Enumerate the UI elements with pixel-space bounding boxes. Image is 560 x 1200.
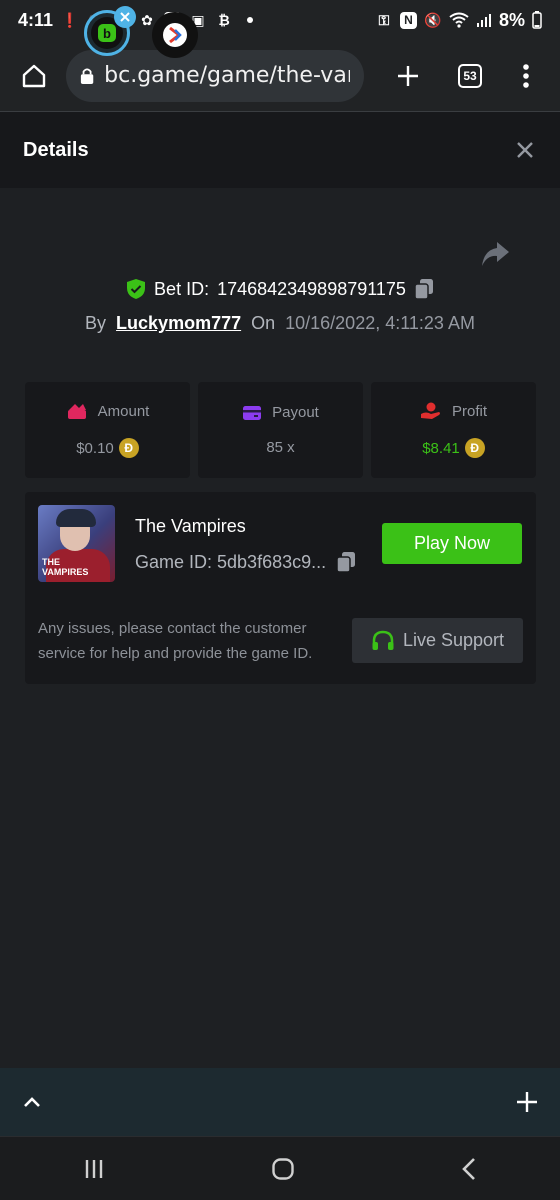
wifi-icon [449, 12, 469, 28]
bitcoin-icon: ₿ [218, 12, 230, 28]
tab-strip [0, 1068, 560, 1136]
game-thumbnail[interactable]: THE VAMPIRES [38, 505, 115, 582]
bcgame-logo-icon: b [98, 24, 116, 42]
app-logo-icon [163, 23, 187, 47]
lock-icon [80, 67, 94, 84]
more-vert-icon [523, 63, 529, 88]
profit-value: $8.41 [422, 439, 460, 457]
plus-icon[interactable] [516, 1091, 538, 1113]
amount-value: $0.10 [76, 439, 114, 457]
url-bar[interactable]: bc.game/game/the-vamp [66, 49, 364, 102]
signal-icon [476, 14, 491, 27]
money-bag-icon [67, 404, 86, 419]
battery-level: 8% [498, 9, 525, 30]
game-name: The Vampires [135, 516, 246, 536]
by-label: By [85, 313, 107, 333]
back-icon[interactable] [461, 1157, 477, 1181]
bet-id-label: Bet ID: [154, 278, 210, 299]
on-label: On [251, 313, 276, 333]
bettor-row: By Luckymom777 On 10/16/2022, 4:11:23 AM [0, 313, 560, 334]
game-id: Game ID: 5db3f683c9... [135, 551, 327, 572]
close-icon [120, 12, 130, 22]
home-icon [22, 64, 46, 87]
browser-toolbar: bc.game/game/the-vamp 53 [0, 40, 560, 112]
tab-bubble-other[interactable] [152, 12, 198, 58]
bet-date: 10/16/2022, 4:11:23 AM [285, 313, 475, 333]
payout-card: Payout 85 x [198, 382, 363, 478]
home-nav-icon[interactable] [271, 1157, 295, 1181]
close-button[interactable] [513, 138, 537, 162]
home-button[interactable] [14, 56, 54, 96]
amount-label: Amount [97, 402, 150, 420]
copy-icon[interactable] [336, 551, 356, 573]
key-icon: ⚿ [378, 11, 390, 28]
payout-value: 85 x [266, 439, 295, 456]
wallet-icon [243, 405, 262, 420]
mute-icon: 🔇 [424, 11, 442, 28]
alert-icon: ❗ [61, 11, 79, 28]
live-support-button[interactable]: Live Support [352, 618, 523, 663]
shield-check-icon [127, 279, 146, 299]
profit-hand-icon [420, 402, 440, 419]
chevron-up-icon[interactable] [22, 1095, 42, 1109]
doge-coin-icon: Đ [464, 438, 485, 458]
close-tab-badge[interactable] [114, 6, 136, 28]
thumbnail-title: THE VAMPIRES [42, 557, 89, 577]
support-note: Any issues, please contact the customer … [38, 620, 313, 662]
bet-id-row: Bet ID: 1746842349898791175 [0, 278, 560, 300]
game-id-row: Game ID: 5db3f683c9... [135, 551, 356, 573]
tab-switcher-button[interactable]: 53 [450, 56, 490, 96]
status-time: 4:11 [18, 9, 54, 30]
details-header: Details [0, 112, 560, 188]
battery-icon [532, 11, 542, 29]
svg-text:b: b [103, 26, 111, 41]
game-card: THE VAMPIRES The Vampires Game ID: 5db3f… [25, 492, 536, 684]
tab-count: 53 [458, 63, 482, 88]
copy-icon[interactable] [414, 278, 434, 300]
doge-coin-icon: Đ [118, 438, 139, 458]
close-icon [517, 142, 533, 158]
url-text: bc.game/game/the-vamp [104, 63, 350, 88]
amount-card: Amount $0.10 Đ [25, 382, 190, 478]
details-title: Details [23, 138, 89, 161]
recents-icon[interactable] [83, 1158, 105, 1180]
live-support-label: Live Support [402, 630, 505, 650]
system-navigation-bar [0, 1136, 560, 1200]
profit-label: Profit [451, 402, 487, 420]
more-notifications-dot [247, 17, 254, 23]
nfc-icon: N [399, 11, 417, 29]
new-tab-button[interactable] [388, 56, 428, 96]
menu-button[interactable] [506, 56, 546, 96]
share-icon[interactable] [480, 240, 510, 268]
bet-stats: Amount $0.10 Đ Payout 85 x Profit $8.41 … [25, 382, 536, 478]
username-link[interactable]: Luckymom777 [116, 313, 241, 334]
profit-card: Profit $8.41 Đ [371, 382, 536, 478]
bet-id-value: 1746842349898791175 [217, 278, 406, 299]
headset-icon [372, 630, 394, 650]
plus-icon [398, 65, 418, 86]
payout-label: Payout [272, 404, 319, 421]
play-now-button[interactable]: Play Now [382, 523, 522, 564]
